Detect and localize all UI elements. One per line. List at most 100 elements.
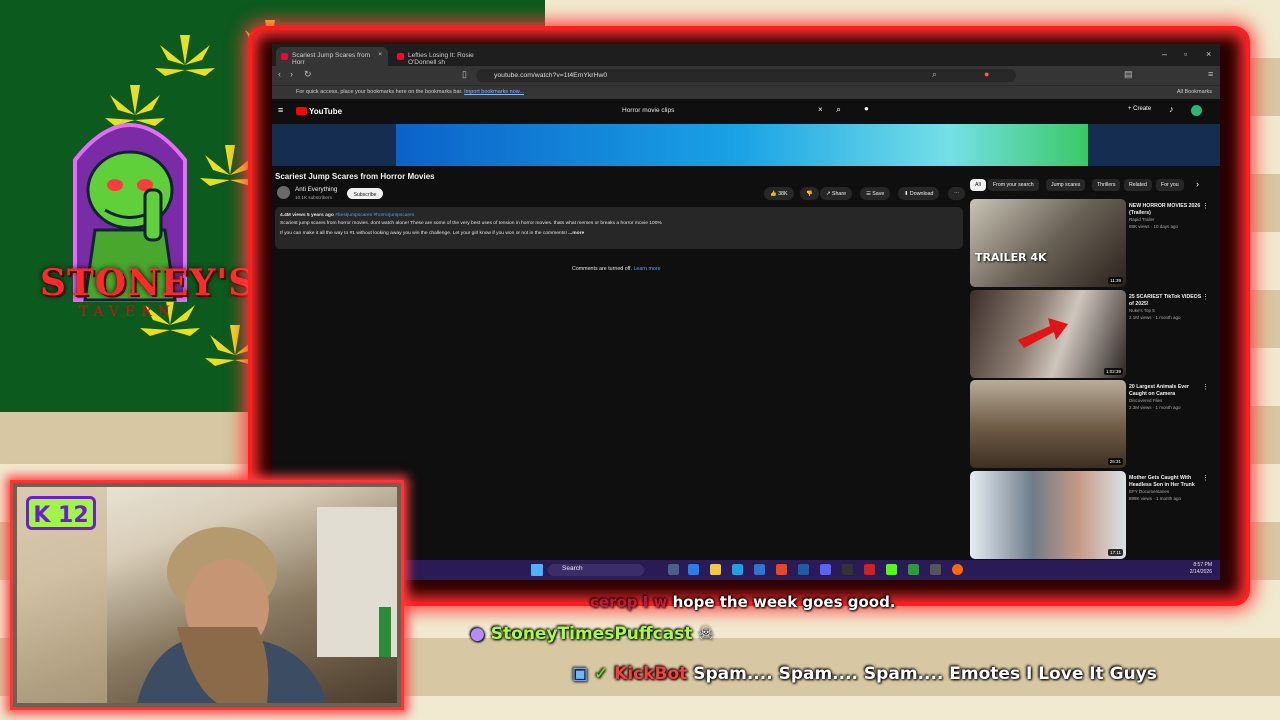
steam-icon[interactable] [798, 564, 809, 575]
more-options-icon[interactable]: ⋮ [1202, 383, 1209, 391]
video-thumbnail[interactable]: 26:31 [970, 380, 1126, 468]
search-input[interactable]: Horror movie clips [614, 105, 826, 119]
app-icon[interactable] [908, 564, 919, 575]
chat-message: ● StoneyTimesPuffcast ☠ [470, 624, 714, 644]
video-description[interactable]: 4.4M views 5 years ago #bestjumpscares #… [275, 207, 963, 249]
kick-icon[interactable] [886, 564, 897, 575]
chip-all[interactable]: All [970, 179, 986, 191]
chip-jump-scares[interactable]: Jump scares [1046, 179, 1086, 191]
youtube-logo[interactable]: YouTube [296, 107, 342, 116]
all-bookmarks-button[interactable]: All Bookmarks [1177, 89, 1212, 95]
save-button[interactable]: ☰ Save [860, 187, 891, 200]
app-icon[interactable] [864, 564, 875, 575]
tab-label: Scariest Jump Scares from Horr [292, 52, 371, 66]
bookmark-icon[interactable]: ▯ [462, 69, 467, 80]
description-meta: 4.4M views 5 years ago [280, 213, 334, 218]
taskbar-clock[interactable]: 8:57 PM 2/14/2026 [1190, 562, 1212, 576]
browser-window: Scariest Jump Scares from Horr × Lefties… [272, 44, 1220, 580]
duration-badge: 26:31 [1107, 458, 1123, 465]
back-icon[interactable]: ‹ [278, 69, 281, 79]
sidebar-icon[interactable]: ▤ [1124, 69, 1133, 80]
zoom-icon[interactable]: ⌕ [932, 69, 937, 80]
file-explorer-icon[interactable] [710, 564, 721, 575]
chevron-right-icon[interactable]: › [1196, 179, 1199, 189]
dislike-button[interactable]: 👎 [800, 187, 819, 200]
app-icon[interactable] [754, 564, 765, 575]
app-icon[interactable] [952, 564, 963, 575]
duration-badge: 11:39 [1108, 277, 1123, 284]
chat-message: ▣ ✓ KickBot Spam.... Spam.... Spam.... E… [572, 660, 1172, 689]
red-arrow-icon [1018, 318, 1068, 348]
close-tab-icon[interactable]: × [378, 51, 382, 58]
tab-active[interactable]: Scariest Jump Scares from Horr × [276, 47, 388, 66]
create-button[interactable]: + Create [1128, 106, 1151, 112]
recommendation-item[interactable]: 17:11 Mother Gets Caught With Headless S… [970, 471, 1214, 559]
chip-for-you[interactable]: For you [1156, 179, 1184, 191]
address-bar: ‹ › ↻ ▯ youtube.com/watch?v=1t4EmYkrHw0 … [272, 66, 1220, 85]
chat-faded-text: cerop I w [590, 593, 668, 611]
hamburger-icon[interactable]: ≡ [278, 105, 283, 115]
channel-name[interactable]: Anti Everything [295, 186, 337, 193]
recommendation-item[interactable]: 26:31 20 Largest Animals Ever Caught on … [970, 380, 1214, 468]
recommendation-title: 20 Largest Animals Ever Caught on Camera [1129, 384, 1190, 397]
subscribe-button[interactable]: Subscribe [347, 188, 383, 199]
kick-badge: K 12 [26, 496, 96, 530]
extension-icon[interactable]: ● [984, 69, 989, 79]
learn-more-link[interactable]: Learn more [633, 266, 660, 272]
microphone-icon: ● [470, 624, 485, 644]
recommendation-channel: Nuke's Top 5 [1129, 308, 1155, 313]
recommendation-channel: EFY Documentaries [1129, 489, 1170, 494]
chip-related[interactable]: Related [1124, 179, 1152, 191]
brave-icon[interactable] [776, 564, 787, 575]
logo-title: STONEY'S [40, 262, 256, 304]
like-button[interactable]: 👍 38K [764, 187, 794, 200]
stream-overlay: STONEY'S TAVERN Scariest Jump Scares fro… [0, 0, 1280, 720]
verified-icon: ✓ [593, 664, 609, 684]
video-thumbnail[interactable]: TRAILER 4K 11:39 [970, 199, 1126, 287]
close-window-icon[interactable]: × [1206, 49, 1211, 59]
logo-subtitle: TAVERN [78, 304, 177, 320]
more-options-icon[interactable]: ⋮ [1202, 202, 1209, 210]
chip-from-your-search[interactable]: From your search [988, 179, 1039, 191]
maximize-icon[interactable]: ▫ [1184, 49, 1187, 59]
microphone-icon[interactable]: ● [864, 104, 869, 113]
windows-start-icon[interactable] [531, 564, 543, 576]
recommendation-meta: 88K views · 10 days ago [1129, 224, 1179, 229]
channel-avatar[interactable] [277, 186, 290, 199]
recommendation-title: 25 SCARIEST TikTok VIDEOS of 2025! [1129, 294, 1202, 307]
video-player[interactable] [396, 124, 1088, 166]
import-bookmarks-link[interactable]: Import bookmarks now... [464, 89, 524, 95]
download-button[interactable]: ⬇ Download [898, 187, 940, 200]
youtube-favicon-icon [397, 53, 404, 60]
search-icon[interactable]: ⌕ [836, 104, 841, 115]
reload-icon[interactable]: ↻ [304, 69, 312, 80]
recommendation-meta: 2.1M views · 1 month ago [1129, 315, 1181, 320]
tab-inactive[interactable]: Lefties Losing It: Rosie O'Donnell sh [392, 47, 510, 66]
more-options-icon[interactable]: ⋮ [1202, 293, 1209, 301]
bookmarks-bar: For quick access, place your bookmarks h… [272, 85, 1220, 99]
discord-icon[interactable] [820, 564, 831, 575]
clear-search-icon[interactable]: × [818, 105, 823, 114]
obs-icon[interactable] [842, 564, 853, 575]
description-tags[interactable]: #bestjumpscares #horrorjumpscares [335, 213, 414, 218]
more-options-icon[interactable]: ⋮ [1202, 474, 1209, 482]
taskbar-search[interactable]: Search [548, 564, 644, 576]
notifications-icon[interactable]: ♪ [1169, 104, 1174, 114]
video-thumbnail[interactable]: 1:02:39 [970, 290, 1126, 378]
task-view-icon[interactable] [668, 564, 679, 575]
forward-icon[interactable]: › [290, 69, 293, 79]
minimize-icon[interactable]: – [1162, 49, 1167, 59]
menu-icon[interactable]: ≡ [1208, 69, 1213, 79]
video-thumbnail[interactable]: 17:11 [970, 471, 1126, 559]
recommendation-item[interactable]: TRAILER 4K 11:39 NEW HORROR MOVIES 2026 … [970, 199, 1214, 287]
chip-thrillers[interactable]: Thrillers [1092, 179, 1121, 191]
avatar[interactable] [1191, 105, 1202, 116]
more-actions-button[interactable]: ⋯ [948, 187, 966, 200]
show-more-link[interactable]: ...more [568, 231, 584, 236]
duration-badge: 1:02:39 [1103, 368, 1123, 375]
share-button[interactable]: ↗ Share [820, 187, 853, 200]
browser-icon[interactable] [732, 564, 743, 575]
app-icon[interactable] [930, 564, 941, 575]
edge-icon[interactable] [688, 564, 699, 575]
recommendation-item[interactable]: 1:02:39 25 SCARIEST TikTok VIDEOS of 202… [970, 290, 1214, 378]
